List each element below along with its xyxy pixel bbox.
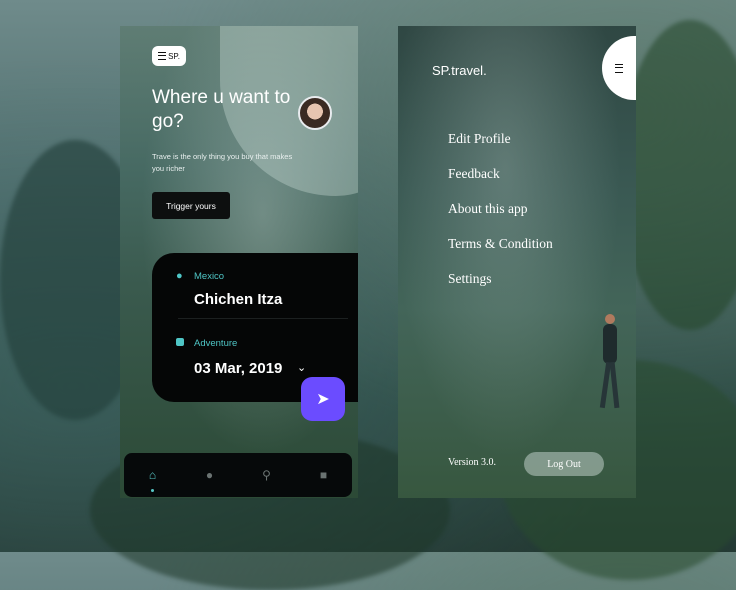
menu-item-settings[interactable]: Settings: [448, 271, 553, 287]
avatar[interactable]: [298, 96, 332, 130]
nav-location[interactable]: ●: [200, 465, 220, 485]
logout-button[interactable]: Log Out: [524, 452, 604, 476]
home-icon: ⌂: [148, 468, 157, 482]
nav-home[interactable]: ⌂: [143, 465, 163, 492]
send-icon: ➤: [316, 391, 330, 408]
hiker-illustration: [598, 314, 622, 414]
menu-item-terms[interactable]: Terms & Condition: [448, 236, 553, 252]
menu-item-edit-profile[interactable]: Edit Profile: [448, 131, 553, 147]
calendar-icon: [176, 338, 184, 346]
hamburger-icon: [158, 52, 167, 60]
nav-search[interactable]: ⚲: [257, 465, 277, 485]
side-menu: Edit Profile Feedback About this app Ter…: [448, 131, 553, 306]
hiker-leg: [609, 361, 620, 409]
divider: [178, 318, 348, 319]
category-label: Adventure: [194, 338, 238, 349]
home-screen: SP. Where u want to go? Trave is the onl…: [120, 26, 358, 498]
active-indicator: [151, 489, 154, 492]
chevron-down-icon[interactable]: ⌄: [297, 361, 306, 374]
trip-date[interactable]: 03 Mar, 2019: [194, 360, 282, 377]
menu-item-feedback[interactable]: Feedback: [448, 166, 553, 182]
page-subtitle: Trave is the only thing you buy that mak…: [152, 152, 293, 173]
send-button[interactable]: ➤: [301, 377, 345, 421]
version-label: Version 3.0.: [448, 457, 497, 468]
location-label: Mexico: [194, 271, 225, 282]
search-icon: ⚲: [262, 468, 271, 482]
nav-saved[interactable]: ■: [314, 465, 334, 485]
page-title: Where u want to go?: [152, 87, 291, 132]
brand-logo: SP.travel.: [432, 63, 487, 78]
hiker-body: [603, 324, 617, 364]
place-name[interactable]: Chichen Itza: [194, 291, 282, 308]
hamburger-icon: [615, 63, 623, 73]
menu-button-label: SP.: [168, 51, 180, 61]
menu-button[interactable]: SP.: [152, 46, 186, 66]
bottom-nav: ⌂ ● ⚲ ■: [124, 453, 352, 497]
trigger-button[interactable]: Trigger yours: [152, 192, 230, 219]
menu-screen: SP.travel. Edit Profile Feedback About t…: [398, 26, 636, 498]
tree: [620, 20, 736, 330]
square-icon: ■: [319, 468, 328, 482]
menu-item-about[interactable]: About this app: [448, 201, 553, 217]
hiker-head: [605, 314, 615, 324]
location-pin-icon: ●: [205, 468, 214, 482]
location-pin-icon: ●: [176, 270, 183, 282]
